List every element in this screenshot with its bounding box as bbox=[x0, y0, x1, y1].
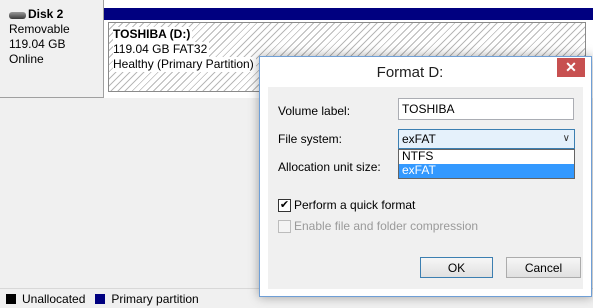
file-system-value: exFAT bbox=[402, 132, 436, 146]
quick-format-option[interactable]: ✔ Perform a quick format bbox=[278, 198, 415, 212]
close-button[interactable]: ✕ bbox=[557, 58, 585, 77]
dialog-title: Format D: bbox=[376, 64, 444, 81]
legend-label: Primary partition bbox=[111, 291, 199, 306]
ok-button[interactable]: OK bbox=[420, 257, 493, 278]
compression-option: Enable file and folder compression bbox=[278, 219, 478, 233]
removable-drive-icon bbox=[9, 11, 26, 19]
disk-type: Removable bbox=[9, 22, 70, 36]
dialog-body: Volume label: TOSHIBA File system: exFAT… bbox=[268, 87, 583, 289]
dialog-titlebar[interactable]: Format D: ✕ bbox=[260, 57, 591, 87]
legend-label: Unallocated bbox=[22, 291, 86, 306]
dropdown-option-ntfs[interactable]: NTFS bbox=[399, 150, 574, 164]
chevron-down-icon: ∨ bbox=[562, 133, 570, 144]
dropdown-option-exfat[interactable]: exFAT bbox=[399, 164, 574, 178]
quick-format-label: Perform a quick format bbox=[294, 198, 416, 212]
legend-primary-partition: Primary partition bbox=[95, 291, 199, 306]
quick-format-checkbox[interactable]: ✔ bbox=[278, 198, 291, 212]
partition-name: TOSHIBA (D:) bbox=[113, 27, 193, 42]
legend-swatch-primary bbox=[95, 293, 106, 304]
partition-color-bar bbox=[104, 8, 593, 20]
disk-title: Disk 2 bbox=[9, 7, 103, 22]
close-icon: ✕ bbox=[565, 59, 577, 75]
compression-checkbox bbox=[278, 219, 291, 233]
volume-label-label: Volume label: bbox=[278, 104, 351, 118]
format-dialog: Format D: ✕ Volume label: TOSHIBA File s… bbox=[259, 56, 592, 297]
file-system-select[interactable]: exFAT ∨ bbox=[398, 129, 575, 149]
partition-details: 119.04 GB FAT32 bbox=[113, 42, 210, 57]
compression-label: Enable file and folder compression bbox=[294, 219, 479, 233]
partition-health: Healthy (Primary Partition) bbox=[113, 57, 256, 72]
legend-unallocated: Unallocated bbox=[6, 292, 85, 306]
file-system-label: File system: bbox=[278, 132, 343, 146]
allocation-unit-label: Allocation unit size: bbox=[278, 160, 381, 174]
volume-label-input[interactable]: TOSHIBA bbox=[398, 98, 574, 120]
cancel-button[interactable]: Cancel bbox=[506, 257, 581, 278]
disk-info-panel[interactable]: Disk 2 Removable 119.04 GB Online bbox=[0, 0, 104, 98]
disk-name: Disk 2 bbox=[28, 7, 64, 21]
legend-swatch-unallocated bbox=[6, 293, 16, 304]
disk-size: 119.04 GB bbox=[9, 37, 66, 51]
file-system-dropdown[interactable]: NTFS exFAT bbox=[398, 149, 575, 179]
disk-status: Online bbox=[9, 52, 44, 66]
